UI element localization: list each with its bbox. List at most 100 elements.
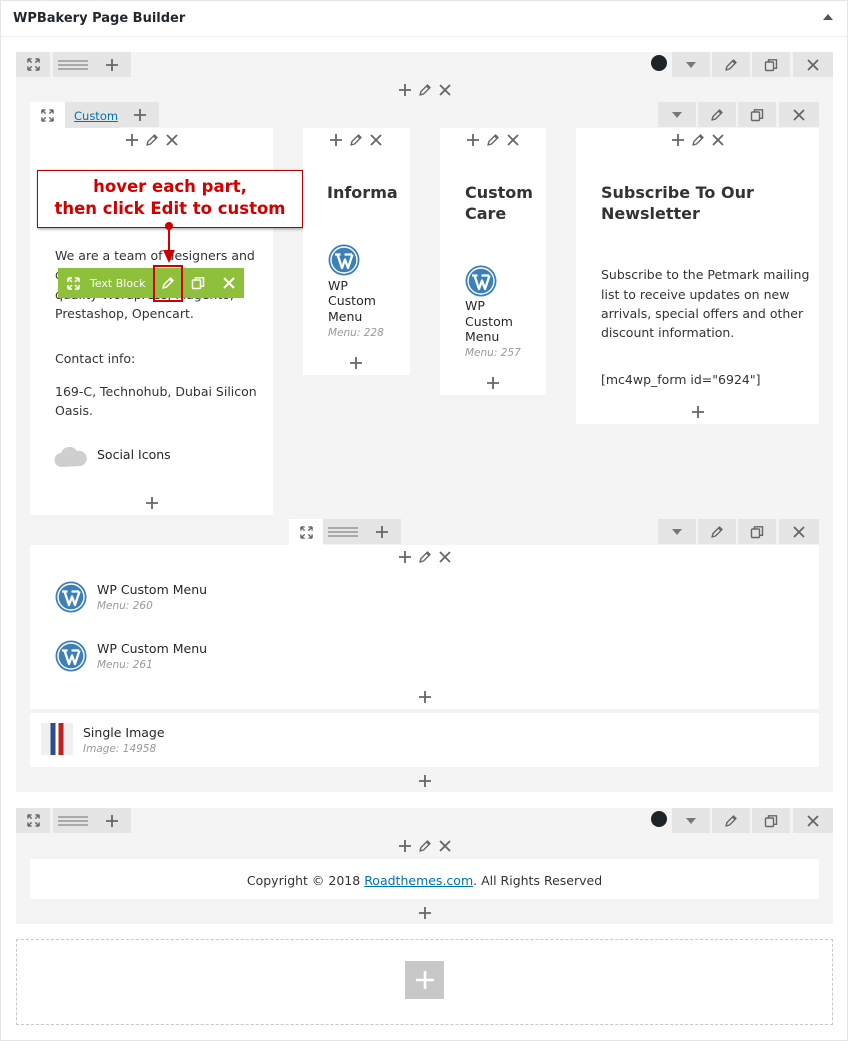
inner-row-delete-button[interactable] bbox=[779, 519, 819, 544]
close-icon[interactable] bbox=[369, 133, 383, 147]
row-clone-button[interactable] bbox=[752, 52, 790, 77]
plus-icon[interactable] bbox=[349, 356, 363, 370]
toolbar-label: Text Block bbox=[90, 277, 146, 290]
close-icon[interactable] bbox=[438, 83, 452, 97]
column-3-controls[interactable] bbox=[466, 133, 520, 147]
row-1-add[interactable] bbox=[418, 774, 432, 788]
tabs-clone-button[interactable] bbox=[738, 102, 776, 127]
row-layout-button[interactable] bbox=[53, 52, 93, 77]
collapse-caret-icon[interactable] bbox=[823, 14, 833, 20]
plus-icon[interactable] bbox=[466, 133, 480, 147]
row-2-clone-button[interactable] bbox=[752, 808, 790, 833]
column-1-controls[interactable] bbox=[125, 133, 179, 147]
column-2-heading: Informa bbox=[327, 183, 398, 202]
row-section-controls[interactable] bbox=[398, 83, 452, 97]
panel-header[interactable]: WPBakery Page Builder bbox=[1, 1, 847, 37]
tab-expand[interactable] bbox=[30, 102, 65, 128]
pencil-icon[interactable] bbox=[418, 550, 432, 564]
inner-row-layout-button[interactable] bbox=[323, 519, 363, 544]
tab-custom-label[interactable]: Custom bbox=[74, 109, 118, 123]
image-name: Single Image bbox=[83, 725, 165, 740]
plus-icon[interactable] bbox=[418, 774, 432, 788]
newsletter-text-3: arrivals, special offers and other bbox=[601, 306, 804, 321]
plus-icon[interactable] bbox=[671, 133, 685, 147]
wordpress-icon bbox=[328, 244, 360, 276]
plus-icon[interactable] bbox=[145, 496, 159, 510]
row-2-add-column-button[interactable] bbox=[93, 808, 131, 833]
single-image-element[interactable] bbox=[30, 713, 819, 767]
col2-element-name-1: WP bbox=[328, 278, 348, 293]
pencil-icon[interactable] bbox=[145, 133, 159, 147]
expand-icon bbox=[27, 58, 40, 71]
pencil-icon[interactable] bbox=[349, 133, 363, 147]
row-delete-button[interactable] bbox=[793, 52, 833, 77]
row-2-expand-button[interactable] bbox=[16, 808, 50, 833]
inner-column-controls[interactable] bbox=[398, 550, 452, 564]
inner-row-toggle-button[interactable] bbox=[658, 519, 696, 544]
inner-row-clone-button[interactable] bbox=[738, 519, 776, 544]
copy-icon[interactable] bbox=[191, 276, 205, 290]
tabs-delete-button[interactable] bbox=[779, 102, 819, 127]
copyright-link[interactable]: Roadthemes.com bbox=[364, 873, 473, 888]
plus-icon[interactable] bbox=[691, 405, 705, 419]
pencil-icon[interactable] bbox=[486, 133, 500, 147]
column-2-controls[interactable] bbox=[329, 133, 383, 147]
col2-element-name-3: Menu bbox=[328, 309, 363, 324]
row-color-dot bbox=[651, 55, 667, 71]
row-expand-button[interactable] bbox=[16, 52, 50, 77]
plus-icon[interactable] bbox=[398, 839, 412, 853]
close-icon[interactable] bbox=[711, 133, 725, 147]
inner-row-add-button[interactable] bbox=[363, 519, 401, 544]
plus-icon[interactable] bbox=[125, 133, 139, 147]
column-4-heading-2: Newsletter bbox=[601, 204, 700, 223]
row-edit-button[interactable] bbox=[712, 52, 750, 77]
pencil-icon[interactable] bbox=[418, 839, 432, 853]
inner-row-expand[interactable] bbox=[289, 519, 323, 545]
inner-row-edit-button[interactable] bbox=[698, 519, 736, 544]
column-4-controls[interactable] bbox=[671, 133, 725, 147]
row-2-layout-button[interactable] bbox=[53, 808, 93, 833]
wordpress-icon bbox=[55, 640, 87, 672]
close-icon bbox=[792, 525, 806, 539]
plus-icon[interactable] bbox=[418, 690, 432, 704]
plus-icon[interactable] bbox=[398, 83, 412, 97]
row-2-column-controls[interactable] bbox=[398, 839, 452, 853]
close-icon[interactable] bbox=[165, 133, 179, 147]
move-icon[interactable] bbox=[67, 277, 80, 290]
plus-icon[interactable] bbox=[398, 550, 412, 564]
column-3-heading-1: Custom bbox=[465, 183, 533, 202]
tab-add-button[interactable] bbox=[121, 102, 159, 127]
plus-icon[interactable] bbox=[329, 133, 343, 147]
row-toggle-button[interactable] bbox=[672, 52, 710, 77]
plus-icon[interactable] bbox=[418, 906, 432, 920]
column-2-add[interactable] bbox=[349, 356, 363, 370]
tabs-toggle-button[interactable] bbox=[658, 102, 696, 127]
inner-column-add[interactable] bbox=[418, 690, 432, 704]
close-icon[interactable] bbox=[438, 839, 452, 853]
pencil-icon[interactable] bbox=[418, 83, 432, 97]
row-2-toggle-button[interactable] bbox=[672, 808, 710, 833]
column-4-add[interactable] bbox=[691, 405, 705, 419]
column-1-add[interactable] bbox=[145, 496, 159, 510]
row-2-delete-button[interactable] bbox=[793, 808, 833, 833]
text-block-toolbar[interactable] bbox=[58, 268, 244, 298]
chevron-down-icon bbox=[672, 112, 682, 118]
close-icon[interactable] bbox=[222, 276, 236, 290]
pencil-icon bbox=[710, 525, 724, 539]
row-2-add[interactable] bbox=[418, 906, 432, 920]
pencil-icon bbox=[710, 108, 724, 122]
close-icon[interactable] bbox=[438, 550, 452, 564]
pencil-icon[interactable] bbox=[161, 276, 175, 290]
wordpress-icon bbox=[465, 265, 497, 297]
add-row-button[interactable] bbox=[405, 961, 444, 999]
newsletter-text-2: list to receive updates on new bbox=[601, 287, 790, 302]
tabs-edit-button[interactable] bbox=[698, 102, 736, 127]
plus-icon[interactable] bbox=[486, 376, 500, 390]
row-2-edit-button[interactable] bbox=[712, 808, 750, 833]
plus-icon bbox=[415, 971, 434, 989]
row-add-column-button[interactable] bbox=[93, 52, 131, 77]
cloud-icon bbox=[54, 446, 87, 468]
column-3-add[interactable] bbox=[486, 376, 500, 390]
close-icon[interactable] bbox=[506, 133, 520, 147]
pencil-icon[interactable] bbox=[691, 133, 705, 147]
